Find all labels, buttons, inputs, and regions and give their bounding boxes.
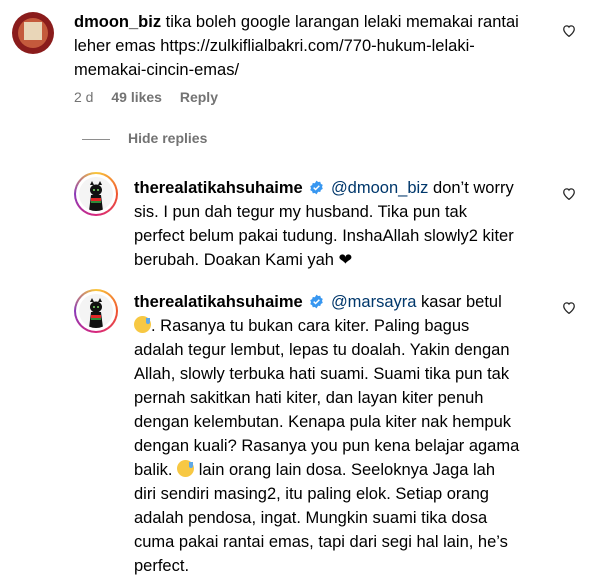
reply-body: therealatikahsuhaime @dmoon_biz don’t wo…: [134, 176, 554, 272]
heart-icon[interactable]: [562, 301, 576, 314]
reply-text-line: adalah tegur lembut, lepas tu doalah. Ya…: [134, 341, 510, 359]
reply-body: therealatikahsuhaime @marsayra kasar bet…: [134, 290, 554, 578]
reply-text-line: dengan kelembutan. Kenapa pula kiter nak…: [134, 413, 512, 431]
comment-text-line[interactable]: memakai-cincin-emas/: [74, 61, 239, 79]
comment-username[interactable]: dmoon_biz: [74, 13, 161, 31]
heart-icon[interactable]: [562, 187, 576, 200]
sweat-smile-emoji-icon: [177, 460, 195, 477]
reply-text-line: balik.: [134, 461, 173, 479]
cat-avatar-icon: [79, 177, 113, 211]
mention-link[interactable]: @dmoon_biz: [331, 179, 428, 197]
reply-text-line: Allah, slowly terbuka hati suami. Suami …: [134, 365, 510, 383]
heart-icon[interactable]: [562, 24, 576, 37]
avatar-image-detail: [24, 22, 42, 40]
reply-text-line: cuma pakai rantai emas, tapi dari segi h…: [134, 533, 508, 551]
reply-text-line: perfect.: [134, 557, 190, 575]
reply-text-line: sis. I pun dah tegur my husband. Tika pu…: [134, 203, 467, 221]
comment-text-line: tika boleh google larangan lelaki memaka…: [165, 13, 519, 31]
verified-badge-icon: [310, 294, 324, 309]
verified-badge-icon: [310, 180, 324, 195]
reply-button[interactable]: Reply: [180, 89, 218, 105]
cat-avatar-icon: [79, 294, 113, 328]
comment-body: dmoon_biz tika boleh google larangan lel…: [74, 10, 554, 82]
hide-replies-button[interactable]: Hide replies: [128, 130, 207, 146]
avatar-dmoon-biz[interactable]: [12, 12, 54, 54]
comment-time: 2 d: [74, 89, 94, 105]
divider: [82, 139, 110, 140]
reply-text-line: diri sendiri masing2, itu paling elok. S…: [134, 485, 489, 503]
comment-meta: 2 d 49 likes Reply: [74, 89, 218, 105]
avatar-therealatikahsuhaime[interactable]: [74, 172, 118, 216]
avatar-image: [79, 177, 113, 211]
reply-text-line: kasar betul: [421, 293, 502, 311]
reply-text-line: . Rasanya tu bukan cara kiter. Paling ba…: [151, 317, 470, 335]
reply-text-line: adalah pendosa, ingat. Mungkin suami tik…: [134, 509, 488, 527]
comment-likes[interactable]: 49 likes: [111, 89, 162, 105]
reply-text-line: berubah. Doakan Kami yah ❤: [134, 251, 353, 269]
mention-link[interactable]: @marsayra: [331, 293, 417, 311]
reply-username[interactable]: therealatikahsuhaime: [134, 293, 303, 311]
reply-text-line: lain orang lain dosa. Seeloknya Jaga lah: [198, 461, 496, 479]
comment-text-line[interactable]: leher emas https://zulkiflialbakri.com/7…: [74, 37, 475, 55]
reply-username[interactable]: therealatikahsuhaime: [134, 179, 303, 197]
avatar-therealatikahsuhaime[interactable]: [74, 289, 118, 333]
reply-text-line: pernah sakitkan hati kiter, dan layan ki…: [134, 389, 484, 407]
reply-text-line: perfect belum pakai tudung. InshaAllah s…: [134, 227, 514, 245]
reply-text-line: dengan kuali? Rasanya you pun kena belaj…: [134, 437, 520, 455]
avatar-image: [79, 294, 113, 328]
sweat-smile-emoji-icon: [134, 316, 151, 333]
reply-text-line: don’t worry: [433, 179, 514, 197]
